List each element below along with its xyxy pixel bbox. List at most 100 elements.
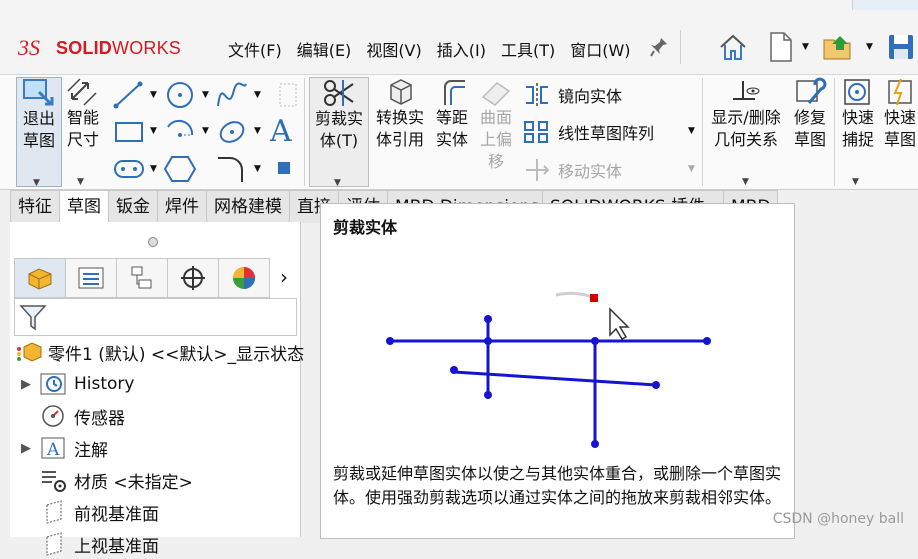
pin-icon xyxy=(650,38,667,57)
property-manager-tab[interactable] xyxy=(65,258,117,298)
open-document-dropdown-icon[interactable]: ▼ xyxy=(866,42,873,52)
tree-item-front-plane[interactable]: 前视基准面 xyxy=(14,497,159,527)
sketch-plane-button[interactable] xyxy=(272,80,302,110)
trim-entities-button[interactable]: 剪裁实 体(T) ▼ xyxy=(309,77,369,188)
rectangle-dropdown-icon[interactable]: ▼ xyxy=(150,126,157,136)
fillet-tool-button[interactable] xyxy=(214,154,250,184)
slot-dropdown-icon[interactable]: ▼ xyxy=(150,164,157,174)
home-button[interactable] xyxy=(716,30,750,64)
watermark: CSDN @honey ball xyxy=(772,511,904,527)
dimxpert-manager-tab[interactable] xyxy=(167,258,219,298)
ellipse-dropdown-icon[interactable]: ▼ xyxy=(254,126,261,136)
tree-item-label: 注解 xyxy=(74,440,108,461)
linear-sketch-pattern-button[interactable]: 线性草图阵列 xyxy=(522,117,654,147)
menu-file[interactable]: 文件(F) xyxy=(228,37,282,61)
slot-tool-button[interactable] xyxy=(112,154,148,184)
save-icon xyxy=(889,35,913,59)
spline-dropdown-icon[interactable]: ▼ xyxy=(254,90,261,100)
smart-dimension-button[interactable]: 智能 尺寸 ▼ xyxy=(63,77,103,187)
exit-sketch-button[interactable]: 退出 草图 ▼ xyxy=(16,77,62,188)
arc-dropdown-icon[interactable]: ▼ xyxy=(202,126,209,136)
panel-resize-handle[interactable] xyxy=(148,237,158,247)
display-manager-tab[interactable] xyxy=(218,258,270,298)
mirror-entities-button[interactable]: 镜向实体 xyxy=(522,80,622,110)
menu-edit[interactable]: 编辑(E) xyxy=(297,37,352,61)
relations-icon xyxy=(733,81,760,100)
mirror-label: 镜向实体 xyxy=(558,87,623,106)
menu-tools[interactable]: 工具(T) xyxy=(501,37,555,61)
polygon-tool-button[interactable] xyxy=(162,154,198,184)
menu-view[interactable]: 视图(V) xyxy=(366,37,421,61)
open-document-button[interactable] xyxy=(820,30,858,64)
offset-entities-button[interactable]: 等距 实体 xyxy=(432,77,472,157)
quick-snap-dropdown-icon[interactable]: ▼ xyxy=(852,171,859,193)
solidworks-logo[interactable]: 3S SOLIDWORKS xyxy=(18,35,181,60)
tab-sketch[interactable]: 草图 xyxy=(59,190,109,223)
tooltip-title: 剪裁实体 xyxy=(333,218,398,237)
ellipse-tool-button[interactable] xyxy=(214,117,250,147)
feature-manager-tab[interactable] xyxy=(14,258,66,298)
trim-drag-trail xyxy=(555,291,593,299)
tree-item-material[interactable]: 材质 <未指定> xyxy=(14,465,193,495)
sketch-point xyxy=(652,381,660,389)
new-document-dropdown-icon[interactable]: ▼ xyxy=(802,42,809,52)
rectangle-tool-button[interactable] xyxy=(112,117,148,147)
tab-mesh-modeling[interactable]: 网格建模 xyxy=(206,190,290,223)
line-tool-button[interactable] xyxy=(112,80,148,110)
appearance-sphere-icon xyxy=(233,267,255,289)
fillet-dropdown-icon[interactable]: ▼ xyxy=(254,164,261,174)
menu-window[interactable]: 窗口(W) xyxy=(570,37,630,61)
repair-label-2: 草图 xyxy=(793,130,826,149)
filter-bar[interactable] xyxy=(14,298,297,336)
repair-sketch-button[interactable]: 修复 草图 xyxy=(790,77,830,157)
pin-menu-button[interactable] xyxy=(648,30,670,64)
plane-icon xyxy=(38,531,68,557)
save-button[interactable] xyxy=(884,30,918,64)
tree-root-label: 零件1 (默认) <<默认>_显示状态 xyxy=(48,344,305,365)
text-tool-button[interactable]: A xyxy=(270,114,302,149)
tree-item-sensors[interactable]: 传感器 xyxy=(14,401,125,431)
quick-snaps-button[interactable]: 快速 捕捉 ▼ xyxy=(838,77,878,187)
tree-item-history[interactable]: ▶ History xyxy=(14,369,134,399)
plane-icon xyxy=(38,499,68,525)
tree-root-part[interactable]: 零件1 (默认) <<默认>_显示状态 xyxy=(14,337,304,367)
pattern-dropdown-icon[interactable]: ▼ xyxy=(688,126,695,136)
ribbon-separator xyxy=(304,78,305,186)
menu-insert[interactable]: 插入(I) xyxy=(437,37,486,61)
arc-tool-button[interactable] xyxy=(162,117,198,147)
point-tool-button[interactable] xyxy=(278,162,290,174)
line-dropdown-icon[interactable]: ▼ xyxy=(150,90,157,100)
surface-offset-label-2: 上偏 xyxy=(479,130,512,149)
offset-on-surface-icon xyxy=(481,82,511,106)
exit-sketch-icon xyxy=(23,79,54,106)
ds-logo-icon: 3S xyxy=(18,35,40,60)
convert-entities-button[interactable]: 转换实 体引用 xyxy=(372,77,428,157)
tab-sheet-metal[interactable]: 钣金 xyxy=(108,190,158,223)
new-document-button[interactable] xyxy=(764,30,798,64)
sketch-point xyxy=(386,337,394,345)
tree-item-top-plane[interactable]: 上视基准面 xyxy=(14,529,159,559)
spline-tool-button[interactable] xyxy=(214,80,250,110)
tab-weldments[interactable]: 焊件 xyxy=(157,190,207,223)
feature-manager-icon xyxy=(28,268,52,290)
sketch-point xyxy=(484,315,492,323)
move-dropdown-icon[interactable]: ▼ xyxy=(688,164,695,174)
display-delete-relations-button[interactable]: 显示/删除 几何关系 ▼ xyxy=(706,77,786,187)
trim-handle xyxy=(590,294,598,302)
rapid-sketch-button[interactable]: 快速 草图 xyxy=(882,77,918,157)
filter-icon xyxy=(19,305,47,331)
configuration-manager-tab[interactable] xyxy=(116,258,168,298)
move-entities-icon xyxy=(526,159,550,181)
expand-arrow-icon[interactable]: ▶ xyxy=(14,377,38,392)
circle-dropdown-icon[interactable]: ▼ xyxy=(202,90,209,100)
tab-features[interactable]: 特征 xyxy=(10,190,60,223)
offset-on-surface-button[interactable]: 曲面 上偏 移 xyxy=(476,77,516,185)
ribbon-separator-3 xyxy=(834,78,835,186)
tree-item-annotations[interactable]: ▶ A 注解 xyxy=(14,433,108,463)
move-entities-button[interactable]: 移动实体 xyxy=(522,155,622,185)
crosshair-icon xyxy=(181,266,205,290)
offset-label-2: 实体 xyxy=(435,130,468,149)
panel-tabs-next-icon[interactable]: › xyxy=(269,258,299,296)
circle-tool-button[interactable] xyxy=(162,80,198,110)
expand-arrow-icon[interactable]: ▶ xyxy=(14,441,38,456)
